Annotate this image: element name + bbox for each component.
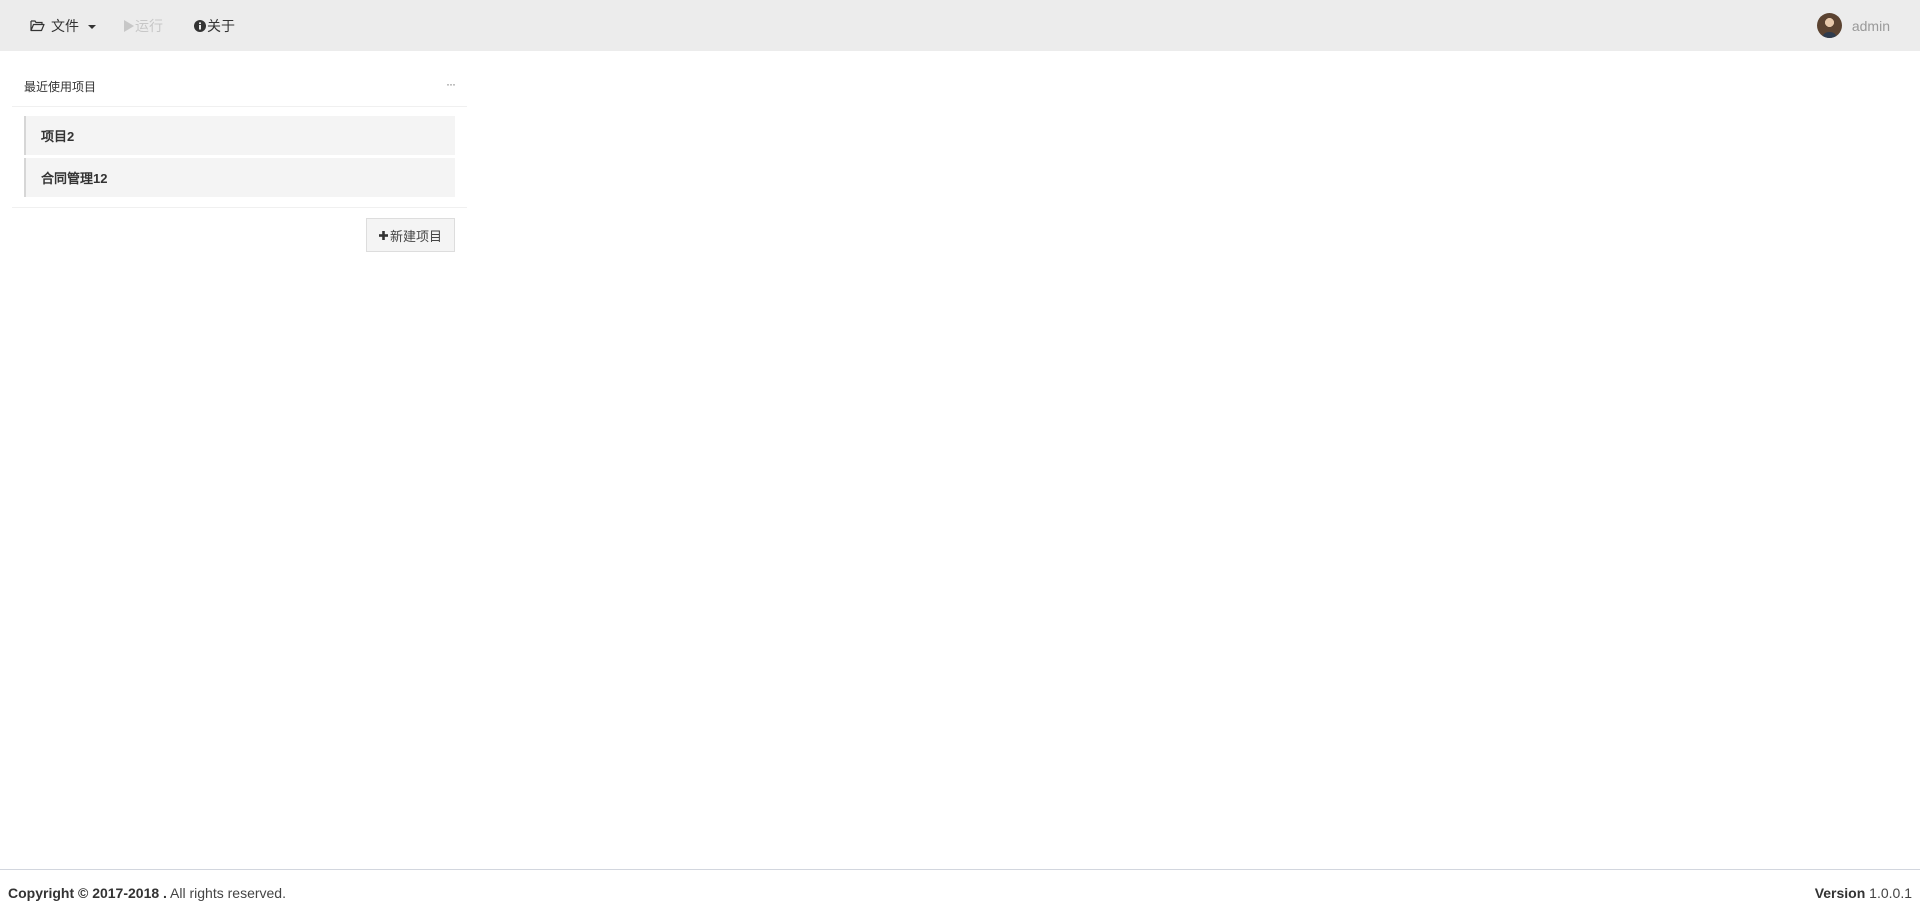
project-name: 项目2 (41, 129, 75, 144)
project-name: 合同管理12 (41, 171, 108, 186)
recent-projects-list: 项目2 合同管理12 (12, 107, 467, 208)
panel-header: 最近使用项目 ··· (12, 67, 467, 107)
play-icon (124, 19, 134, 32)
about-menu[interactable]: 关于 (194, 0, 235, 51)
file-menu-label: 文件 (51, 17, 79, 34)
copyright-rest: All rights reserved. (166, 884, 286, 901)
copyright-bold: Copyright © 2017-2018 . (8, 884, 167, 901)
chevron-down-icon (88, 24, 96, 29)
new-project-button[interactable]: 新建项目 (365, 218, 455, 252)
recent-projects-panel: 最近使用项目 ··· 项目2 合同管理12 新建项目 (12, 67, 467, 254)
copyright: Copyright © 2017-2018 . All rights reser… (8, 885, 286, 901)
new-project-label: 新建项目 (389, 228, 442, 244)
user-name: admin (1851, 17, 1890, 34)
more-icon[interactable]: ··· (446, 78, 456, 90)
list-item[interactable]: 合同管理12 (24, 158, 455, 197)
avatar (1816, 13, 1842, 38)
info-icon (194, 19, 206, 32)
about-menu-label: 关于 (207, 17, 235, 34)
panel-actions: 新建项目 (12, 208, 467, 254)
run-menu[interactable]: 运行 (124, 0, 163, 51)
panel-title: 最近使用项目 (24, 80, 97, 94)
list-item[interactable]: 项目2 (24, 116, 455, 155)
version-value: 1.0.0.1 (1865, 884, 1912, 901)
version-info: Version 1.0.0.1 (1815, 885, 1912, 901)
file-menu[interactable]: 文件 (30, 0, 96, 51)
user-menu[interactable]: admin (1816, 0, 1890, 51)
top-navbar: 文件 运行 关于 admin (0, 0, 1920, 51)
plus-icon (378, 230, 389, 240)
run-menu-label: 运行 (135, 17, 163, 34)
footer: Copyright © 2017-2018 . All rights reser… (0, 869, 1920, 915)
folder-open-icon (30, 19, 45, 32)
version-label: Version (1814, 884, 1866, 901)
